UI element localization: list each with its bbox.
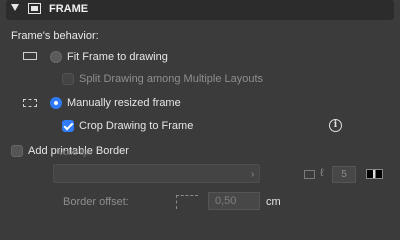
offset-unit-label: cm — [266, 196, 281, 208]
line-type-value: Vollé lijn — [58, 147, 92, 157]
border-offset-label: Border offset: — [63, 196, 129, 208]
pen-number-field[interactable]: 5 — [332, 166, 356, 183]
manual-frame-label[interactable]: Manually resized frame — [67, 97, 181, 109]
chevron-right-icon: › — [251, 169, 255, 180]
line-type-dropdown[interactable] — [53, 164, 260, 183]
manual-frame-radio[interactable] — [50, 97, 62, 109]
pen-icon — [304, 170, 315, 179]
split-drawing-label[interactable]: Split Drawing among Multiple Layouts — [79, 73, 263, 85]
crop-drawing-checkbox[interactable] — [62, 120, 74, 132]
pen-weight-icon: ℓ — [320, 167, 324, 179]
fit-frame-label[interactable]: Fit Frame to drawing — [67, 51, 168, 63]
panel-title: FRAME — [49, 3, 89, 15]
crop-drawing-label[interactable]: Crop Drawing to Frame — [79, 120, 193, 132]
frame-solid-icon — [23, 52, 37, 60]
fit-frame-radio[interactable] — [50, 51, 62, 63]
triangle-down-icon[interactable] — [11, 4, 19, 11]
border-offset-field[interactable]: 0,50 — [208, 192, 260, 210]
add-border-checkbox[interactable] — [11, 145, 23, 157]
split-drawing-checkbox[interactable] — [62, 73, 74, 85]
frame-behavior-label: Frame's behavior: — [11, 30, 99, 42]
info-icon[interactable]: i — [329, 119, 342, 132]
pen-color-swatch[interactable] — [366, 169, 383, 179]
offset-corner-icon — [176, 195, 198, 209]
frame-dashed-icon — [23, 99, 37, 107]
frame-panel-icon — [28, 3, 41, 14]
